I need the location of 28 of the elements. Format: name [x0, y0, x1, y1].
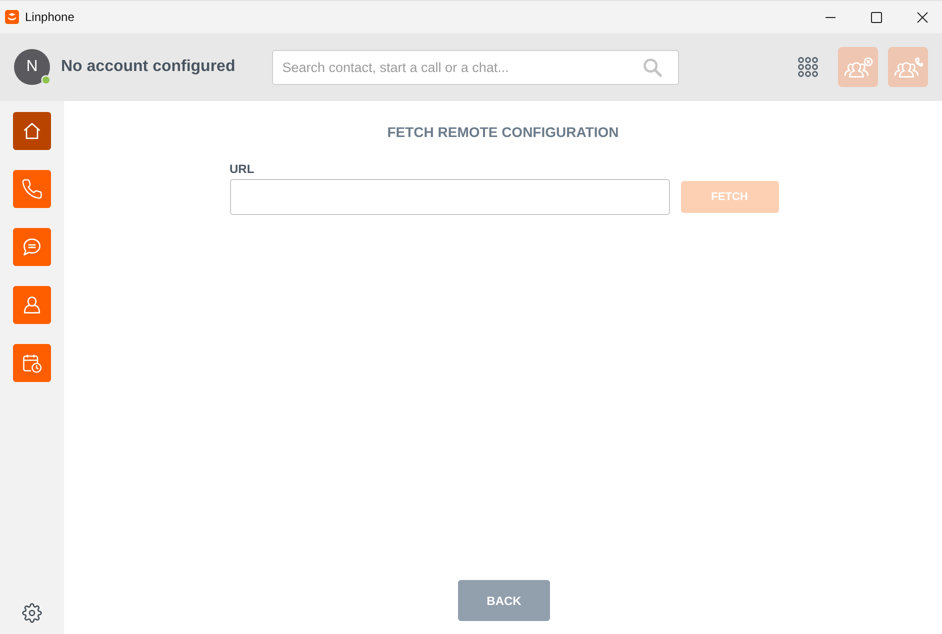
contacts-nav-button[interactable] — [13, 286, 51, 324]
avatar: N — [14, 49, 50, 85]
people-chat-icon — [844, 56, 872, 78]
window-title: Linphone — [25, 10, 74, 24]
phone-icon — [21, 178, 43, 200]
person-icon — [21, 294, 43, 316]
calls-nav-button[interactable] — [13, 170, 51, 208]
people-phone-icon — [894, 56, 922, 78]
dialpad-icon[interactable] — [798, 57, 818, 77]
meetings-nav-button[interactable] — [13, 344, 51, 382]
calendar-clock-icon — [21, 352, 43, 374]
settings-icon[interactable] — [22, 603, 42, 623]
chat-nav-button[interactable] — [13, 228, 51, 266]
account-name: No account configured — [61, 58, 236, 76]
maximize-icon[interactable] — [871, 12, 882, 22]
home-nav-button[interactable] — [13, 112, 51, 150]
url-label: URL — [230, 162, 254, 176]
speech-bubble-icon — [21, 236, 43, 258]
search-field[interactable]: Search contact, start a call or a chat... — [272, 50, 680, 84]
search-icon — [643, 58, 662, 76]
group-chat-button[interactable] — [838, 47, 878, 87]
group-call-button[interactable] — [888, 47, 928, 87]
close-icon[interactable] — [917, 12, 928, 22]
house-icon — [21, 120, 43, 142]
page-title: FETCH REMOTE CONFIGURATION — [387, 124, 619, 140]
url-input-field[interactable] — [230, 179, 670, 215]
back-button[interactable]: BACK — [458, 580, 550, 621]
app-logo-icon — [5, 10, 19, 24]
